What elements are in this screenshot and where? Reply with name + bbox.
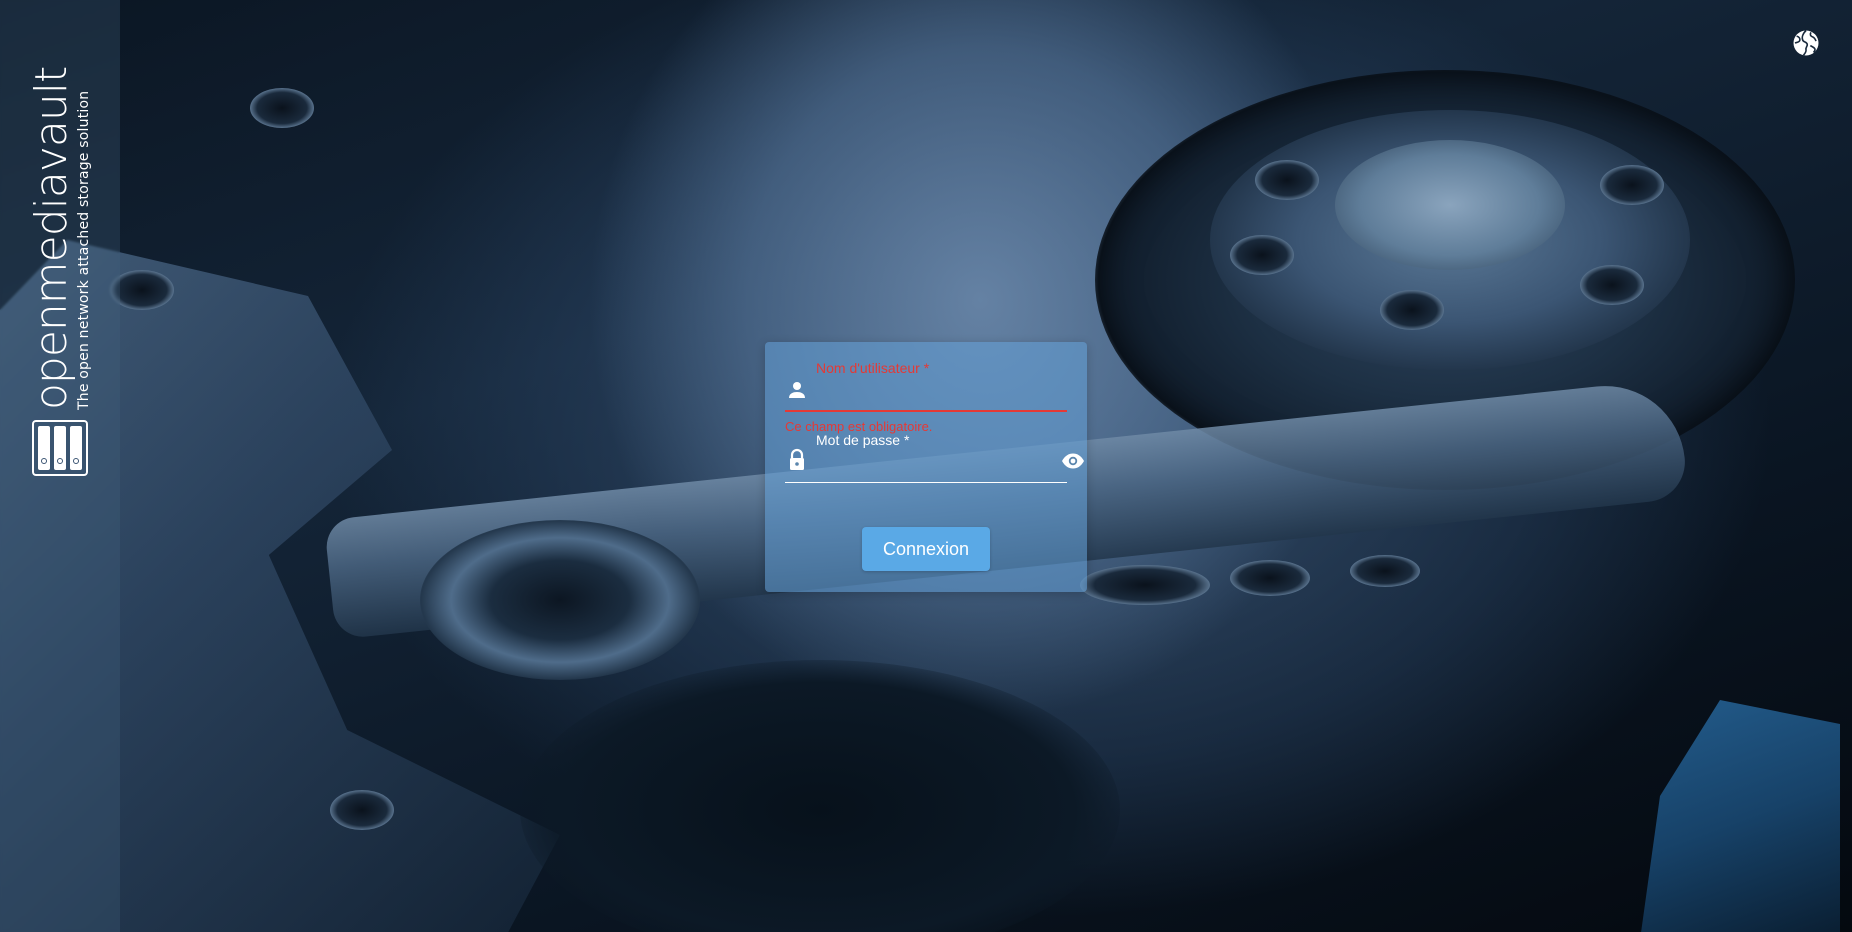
background-shadow (520, 660, 1120, 932)
nas-drive-bays-icon (32, 420, 88, 476)
background-spindle-core (1335, 140, 1565, 270)
background-arm-hole (1230, 560, 1310, 596)
background-pivot (420, 520, 700, 680)
brand-name: openmediavault (25, 66, 77, 410)
background-connector (1640, 700, 1840, 932)
login-page: openmediavault The open network attached… (0, 0, 1852, 932)
background-arm-hole (1350, 555, 1420, 587)
globe-icon (1793, 29, 1819, 56)
background-screw (330, 790, 394, 830)
login-button[interactable]: Connexion (862, 527, 990, 571)
language-button[interactable] (1791, 28, 1821, 58)
login-form: Nom d'utilisateur * Ce champ est obligat… (765, 342, 1087, 592)
background-screw (1380, 290, 1444, 330)
background-screw (1600, 165, 1664, 205)
brand-tagline: The open network attached storage soluti… (75, 90, 92, 410)
lock-icon (790, 448, 804, 470)
background-screw (1230, 235, 1294, 275)
brand-sidebar: openmediavault The open network attached… (0, 0, 120, 932)
eye-icon (1062, 453, 1084, 469)
background-screw (250, 88, 314, 128)
password-label: Mot de passe * (816, 432, 910, 448)
background-arm-slot (1080, 565, 1210, 605)
background-screw (1255, 160, 1319, 200)
background-screw (1580, 265, 1644, 305)
password-field: Mot de passe * (785, 342, 1084, 492)
password-input[interactable] (816, 450, 1056, 472)
toggle-password-visibility-button[interactable] (1060, 449, 1086, 473)
password-underline (785, 482, 1067, 483)
brand-logo: openmediavault The open network attached… (25, 28, 92, 476)
